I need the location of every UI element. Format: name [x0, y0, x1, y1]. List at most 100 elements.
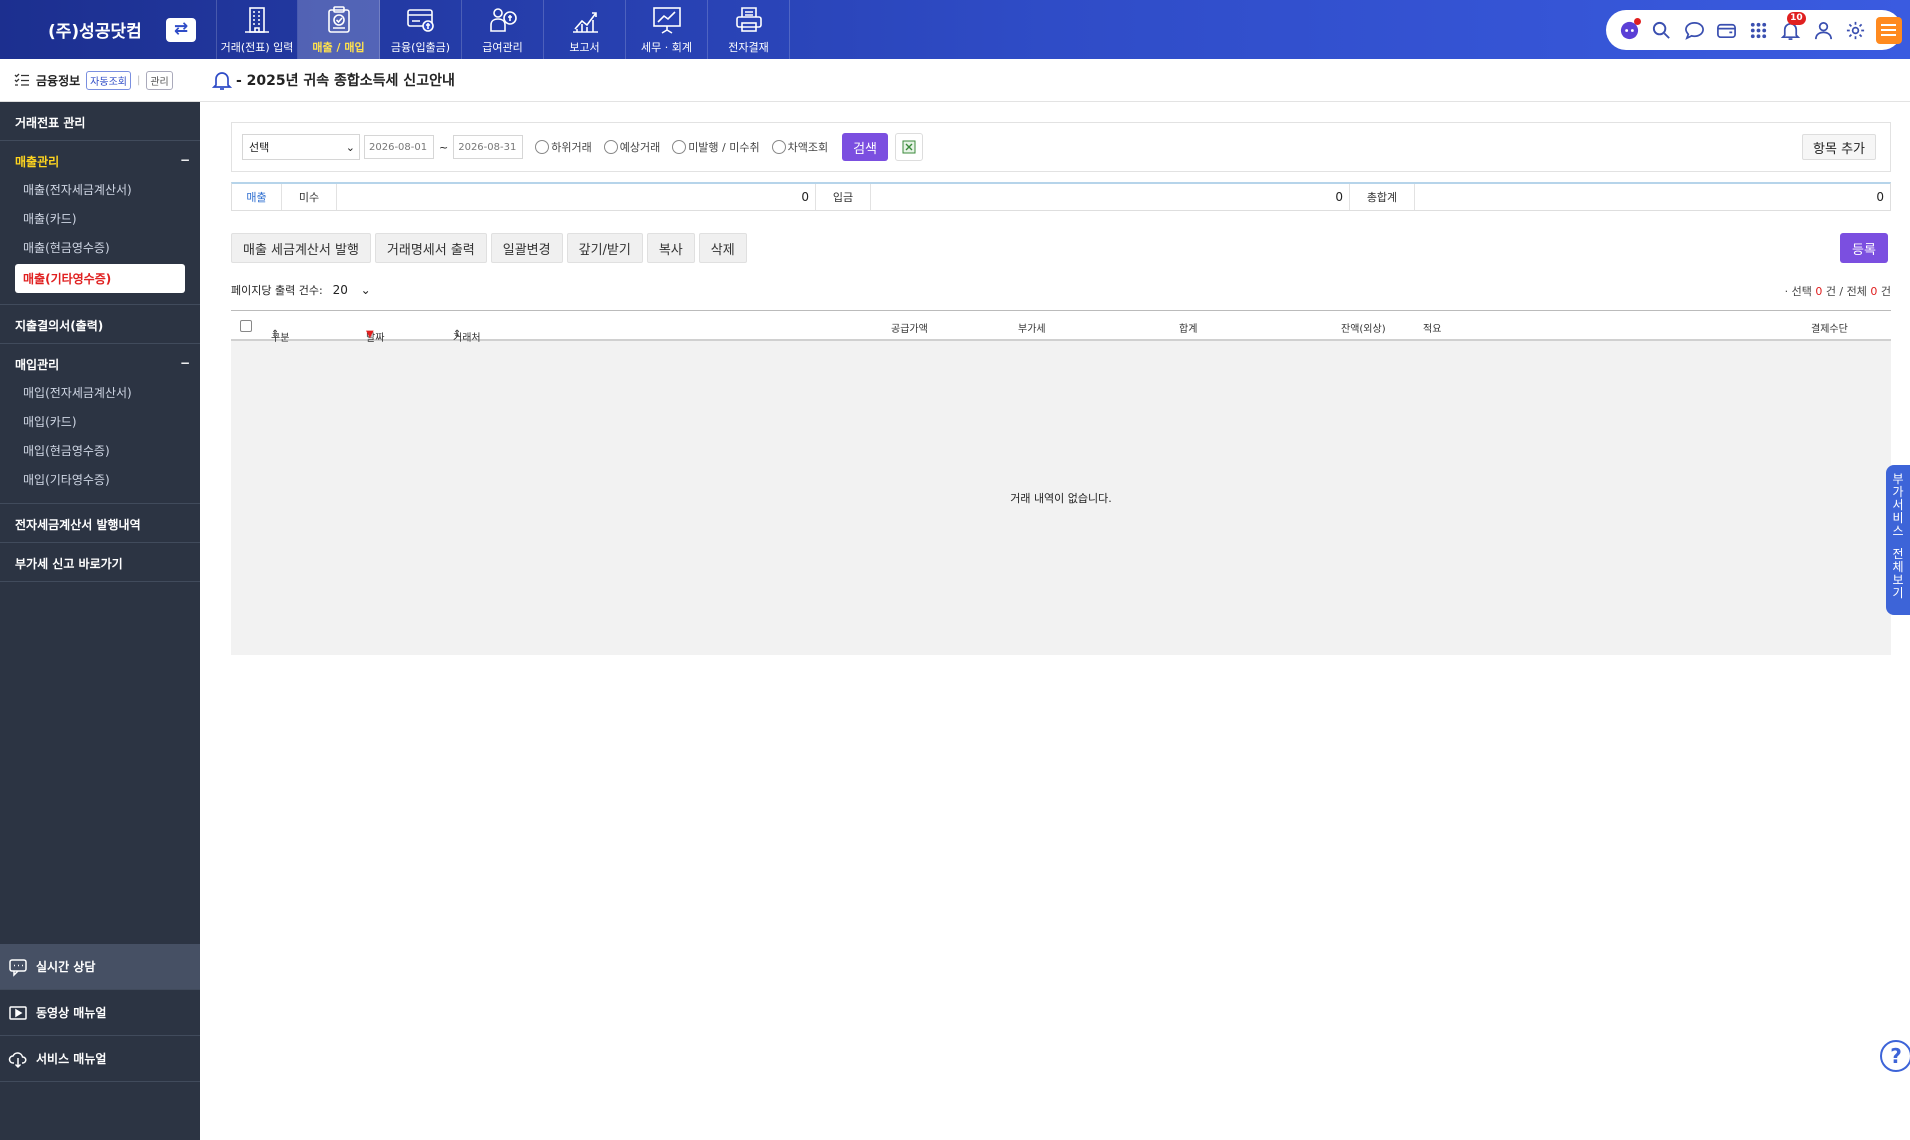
sidebar-section-expense: 지출결의서(출력)	[0, 305, 200, 344]
presentation-icon	[652, 7, 681, 34]
user-icon[interactable]	[1811, 18, 1834, 42]
radio-unissued[interactable]: 미발행 / 미수취	[672, 139, 760, 155]
excel-icon	[902, 140, 916, 154]
bell-icon[interactable]: 10	[1779, 12, 1806, 42]
live-consult-button[interactable]: 실시간 상담	[0, 944, 200, 990]
nav-tax-accounting[interactable]: 세무 · 회계	[626, 0, 708, 59]
printer-icon	[735, 7, 762, 32]
collapse-icon[interactable]: −	[180, 356, 190, 373]
nav-label: 금융(입출금)	[390, 41, 451, 54]
nav-label: 급여관리	[482, 41, 523, 54]
sidebar-item-sales-card[interactable]: 매출(카드)	[0, 204, 200, 233]
notice-text[interactable]: - 2025년 귀속 종합소득세 신고안내	[236, 70, 455, 90]
column-header-supply-amount: 공급가액	[891, 324, 928, 335]
payroll-icon	[489, 8, 517, 32]
collapse-icon[interactable]: −	[180, 153, 190, 170]
nav-payroll[interactable]: 급여관리	[462, 0, 544, 59]
sidebar-item-sales-other-receipt[interactable]: 매출(기타영수증)	[15, 264, 185, 293]
sidebar-section-purchase: 매입관리 − 매입(전자세금계산서) 매입(카드) 매입(현금영수증) 매입(기타…	[0, 344, 200, 504]
wallet-icon[interactable]	[1715, 18, 1738, 42]
pay-receive-button[interactable]: 갚기/받기	[566, 233, 643, 263]
switch-company-button[interactable]: ⇄	[166, 18, 196, 42]
sidebar-bottom-links: 실시간 상담 동영상 매뉴얼 서비스 매뉴얼	[0, 944, 200, 1082]
register-button[interactable]: 등록	[1840, 233, 1888, 263]
transaction-table: 구분 ⇕ 날짜 ▼ 거래처 ⇕ 공급가액 부가세 합계 잔액(외상) 적요 결제…	[231, 310, 1891, 655]
per-page-select[interactable]: 20 ⌄	[329, 279, 375, 301]
sidebar-heading-sales[interactable]: 매출관리 −	[0, 153, 200, 170]
nav-label: 전자결재	[728, 41, 769, 54]
summary-unpaid-label: 미수	[282, 184, 337, 210]
copy-button[interactable]: 복사	[646, 233, 695, 263]
delete-button[interactable]: 삭제	[698, 233, 747, 263]
help-icon[interactable]: ?	[1880, 1040, 1910, 1072]
bank-card-icon	[406, 9, 434, 32]
sidebar-item-purchase-etax[interactable]: 매입(전자세금계산서)	[0, 378, 200, 407]
search-icon[interactable]	[1650, 18, 1673, 42]
sidebar-item-sales-etax[interactable]: 매출(전자세금계산서)	[0, 175, 200, 204]
sidebar-item-purchase-card[interactable]: 매입(카드)	[0, 407, 200, 436]
company-name[interactable]: (주)성공닷컴	[48, 17, 142, 42]
nav-label: 세무 · 회계	[641, 41, 692, 54]
auto-query-button[interactable]: 자동조회	[86, 70, 131, 90]
record-count: · 선택 0 건 / 전체 0 건	[1784, 285, 1891, 298]
sidebar-item-etax-history[interactable]: 전자세금계산서 발행내역	[0, 516, 200, 533]
sidebar-section-voucher: 거래전표 관리	[0, 102, 200, 141]
service-manual-button[interactable]: 서비스 매뉴얼	[0, 1036, 200, 1082]
clipboard-check-icon	[327, 6, 350, 33]
chatbot-icon[interactable]	[1618, 18, 1642, 42]
sidebar-item-sales-cash-receipt[interactable]: 매출(현금영수증)	[0, 233, 200, 262]
category-select[interactable]: 선택 ⌄	[242, 134, 360, 160]
summary-total-label: 총합계	[1350, 184, 1415, 210]
summary-deposit-value: 0	[871, 184, 1350, 210]
notice-bar[interactable]: - 2025년 귀속 종합소득세 신고안내	[200, 59, 1910, 102]
action-toolbar: 매출 세금계산서 발행 거래명세서 출력 일괄변경 갚기/받기 복사 삭제	[231, 233, 747, 263]
summary-total-value: 0	[1876, 190, 1884, 204]
select-all-checkbox[interactable]	[240, 320, 252, 332]
hamburger-menu-icon[interactable]	[1875, 16, 1903, 44]
top-navigation-bar: (주)성공닷컴 ⇄ 거래(전표) 입력 매출 / 매입 금융(입출금) 급여관리	[0, 0, 1910, 59]
sidebar-item-expense-resolution[interactable]: 지출결의서(출력)	[0, 317, 200, 334]
column-header-balance: 잔액(외상)	[1341, 324, 1386, 335]
sidebar-heading-purchase[interactable]: 매입관리 −	[0, 356, 200, 373]
summary-sales-tab[interactable]: 매출	[232, 184, 282, 210]
gear-icon[interactable]	[1844, 18, 1867, 42]
nav-reports[interactable]: 보고서	[544, 0, 626, 59]
utility-toolbar: 10	[1606, 10, 1903, 50]
date-to-input[interactable]: 2026-08-31	[453, 135, 524, 159]
date-from-input[interactable]: 2026-08-01	[364, 135, 434, 159]
nav-transaction-entry[interactable]: 거래(전표) 입력	[216, 0, 298, 59]
video-play-icon	[9, 1005, 27, 1020]
chat-bubble-icon[interactable]	[1682, 18, 1705, 42]
nav-e-approval[interactable]: 전자결재	[708, 0, 790, 59]
nav-sales-purchase[interactable]: 매출 / 매입	[298, 0, 380, 59]
excel-download-button[interactable]	[895, 133, 924, 161]
video-manual-button[interactable]: 동영상 매뉴얼	[0, 990, 200, 1036]
print-statement-button[interactable]: 거래명세서 출력	[374, 233, 487, 263]
additional-services-tab[interactable]: 부가서비스전체보기	[1886, 465, 1910, 615]
cloud-download-icon	[8, 1051, 27, 1068]
summary-deposit-label: 입금	[816, 184, 871, 210]
radio-difference-query[interactable]: 차액조회	[771, 139, 828, 155]
checklist-icon	[14, 73, 29, 86]
add-column-button[interactable]: 항목 추가	[1802, 134, 1876, 160]
apps-grid-icon[interactable]	[1747, 18, 1770, 42]
nav-finance[interactable]: 금융(입출금)	[380, 0, 462, 59]
manage-button[interactable]: 관리	[146, 70, 173, 90]
search-button[interactable]: 검색	[842, 133, 889, 161]
sidebar-item-vat-shortcut[interactable]: 부가세 신고 바로가기	[0, 555, 200, 572]
sidebar-section-vat: 부가세 신고 바로가기	[0, 543, 200, 582]
summary-unpaid-value: 0	[337, 184, 816, 210]
per-page-control: 페이지당 출력 건수: 20 ⌄	[231, 279, 375, 301]
radio-expected-transaction[interactable]: 예상거래	[603, 139, 660, 155]
filter-panel: 선택 ⌄ 2026-08-01 ~ 2026-08-31 하위거래 예상거래 미발…	[231, 122, 1891, 172]
sidebar-item-purchase-other-receipt[interactable]: 매입(기타영수증)	[0, 465, 200, 494]
bulk-change-button[interactable]: 일괄변경	[490, 233, 563, 263]
chat-icon	[9, 958, 27, 977]
column-header-memo: 적요	[1423, 324, 1442, 335]
sidebar-item-purchase-cash-receipt[interactable]: 매입(현금영수증)	[0, 436, 200, 465]
radio-sub-transaction[interactable]: 하위거래	[535, 139, 592, 155]
column-header-total: 합계	[1179, 324, 1198, 335]
issue-sales-tax-invoice-button[interactable]: 매출 세금계산서 발행	[231, 233, 371, 263]
sidebar-section-sales: 매출관리 − 매출(전자세금계산서) 매출(카드) 매출(현금영수증) 매출(기타…	[0, 141, 200, 305]
sidebar-item-voucher-management[interactable]: 거래전표 관리	[0, 114, 200, 131]
